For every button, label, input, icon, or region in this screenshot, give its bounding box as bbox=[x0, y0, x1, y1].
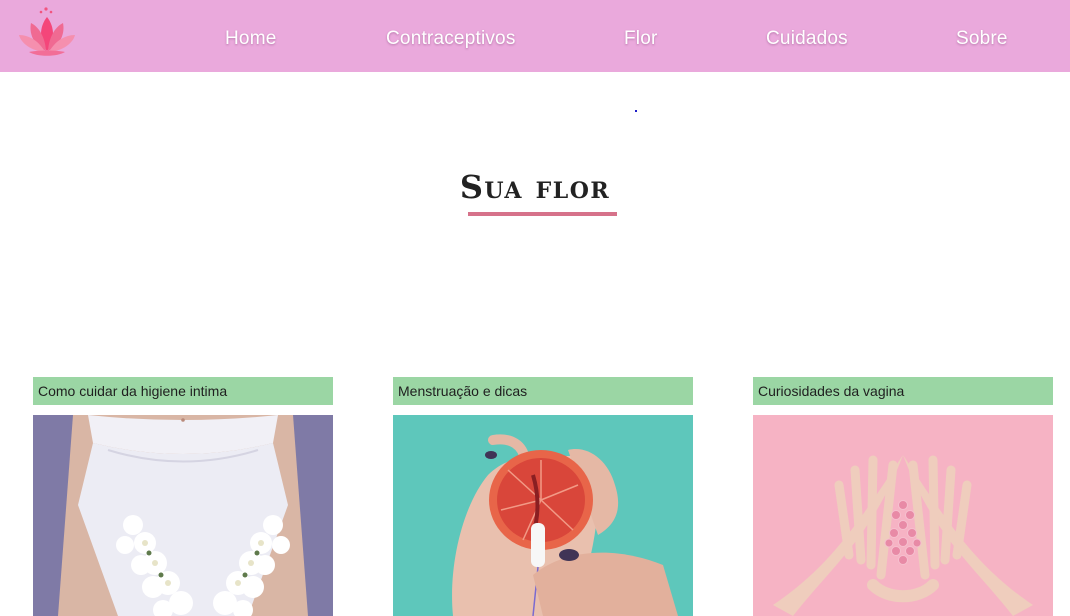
card-image-grapefruit-tampon[interactable] bbox=[393, 415, 693, 616]
page-title: Sua flor bbox=[459, 168, 611, 206]
card-label-higiene[interactable]: Como cuidar da higiene intima bbox=[33, 377, 333, 405]
stray-dot bbox=[635, 110, 637, 112]
nav-home-link[interactable]: Home bbox=[225, 28, 276, 50]
nav-sobre-link[interactable]: Sobre bbox=[956, 28, 1008, 50]
card-label-menstruacao[interactable]: Menstruação e dicas bbox=[393, 377, 693, 405]
title-underline bbox=[468, 212, 617, 216]
card-image-underwear-flowers[interactable] bbox=[33, 415, 333, 616]
nav-cuidados-link[interactable]: Cuidados bbox=[766, 28, 848, 50]
nav-contraceptivos-link[interactable]: Contraceptivos bbox=[386, 28, 516, 50]
card-image-hands-pink-beads[interactable] bbox=[753, 415, 1053, 616]
navbar: Home Contraceptivos Flor Cuidados Sobre bbox=[0, 0, 1070, 72]
lotus-logo-icon[interactable] bbox=[17, 5, 77, 59]
card-label-curiosidades[interactable]: Curiosidades da vagina bbox=[753, 377, 1053, 405]
nav-flor-link[interactable]: Flor bbox=[624, 28, 658, 50]
